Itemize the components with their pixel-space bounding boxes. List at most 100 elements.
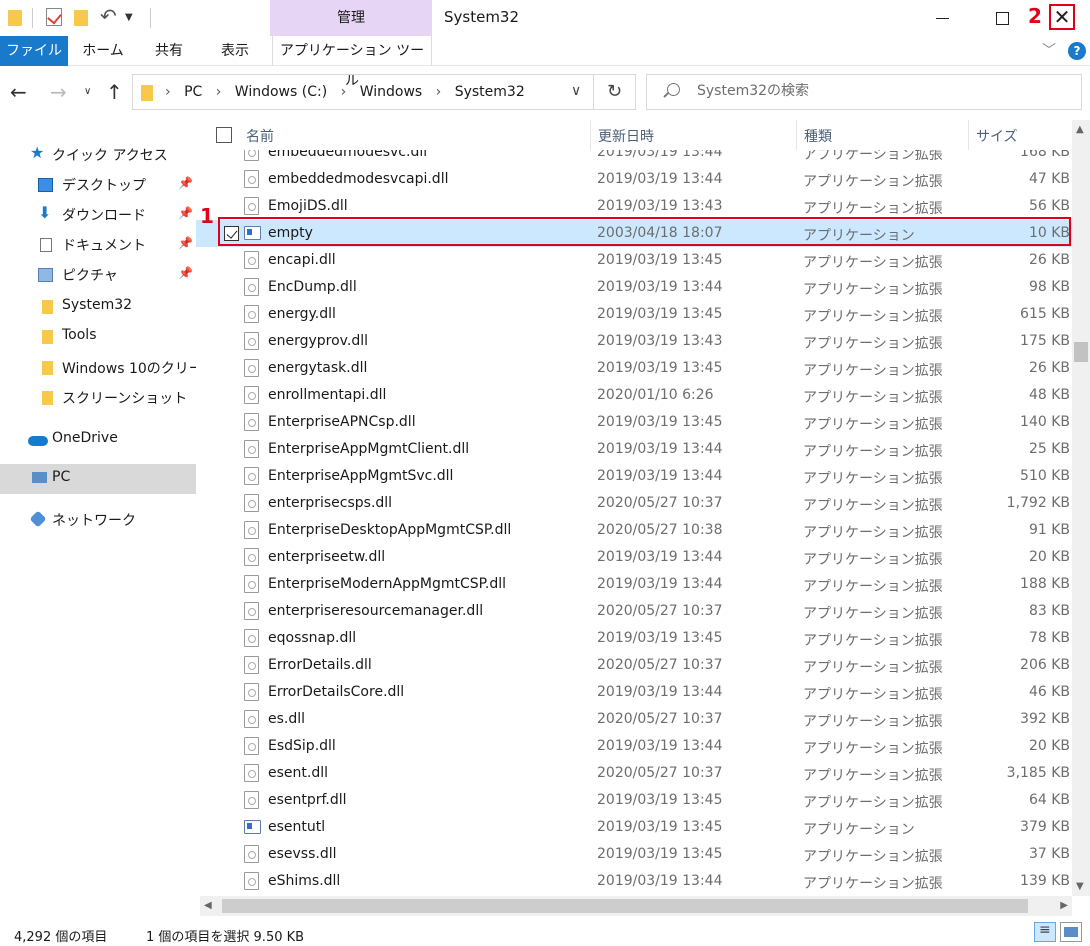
properties-check-icon[interactable] [46,8,62,26]
pin-icon[interactable]: 📌 [178,176,193,190]
context-tab-manage[interactable]: 管理 [270,0,432,36]
file-date: 2020/01/10 6:26 [597,387,714,403]
close-button[interactable]: ✕ [1049,4,1075,30]
refresh-button[interactable]: ↻ [594,74,636,110]
sidebar-item-downloads[interactable]: ⬇ ダウンロード 📌 [0,200,196,230]
table-row[interactable]: enterpriseresourcemanager.dll 2020/05/27 … [196,598,1072,625]
details-view-button[interactable] [1034,922,1056,942]
table-row[interactable]: EmojiDS.dll 2019/03/19 13:43 アプリケーション拡張 56 … [196,193,1072,220]
row-checkbox[interactable] [224,226,239,241]
tab-share[interactable]: 共有 [146,36,192,66]
sidebar-item-windows10-clean[interactable]: Windows 10のクリーン [0,353,196,383]
sidebar-item-tools[interactable]: Tools [0,322,196,352]
table-row[interactable]: ErrorDetails.dll 2020/05/27 10:37 アプリケーション… [196,652,1072,679]
sidebar-item-system32[interactable]: System32 [0,292,196,322]
vertical-scrollbar[interactable]: ▲ ▼ [1072,120,1090,896]
help-icon[interactable]: ? [1068,42,1086,60]
table-row[interactable]: esentprf.dll 2019/03/19 13:45 アプリケーション拡張 64… [196,787,1072,814]
column-name[interactable]: 名前 [246,126,274,146]
tab-application-tools[interactable]: アプリケーション ツール [272,36,432,89]
table-row[interactable]: eqossnap.dll 2019/03/19 13:45 アプリケーション拡張 78… [196,625,1072,652]
new-folder-icon[interactable] [74,10,88,26]
minimize-button[interactable] [932,6,956,30]
file-name: EncDump.dll [268,279,357,295]
table-row[interactable]: es.dll 2020/05/27 10:37 アプリケーション拡張 392 KB [196,706,1072,733]
table-row[interactable]: EnterpriseModernAppMgmtCSP.dll 2019/03/19… [196,571,1072,598]
table-row[interactable]: EnterpriseDesktopAppMgmtCSP.dll 2020/05/2… [196,517,1072,544]
forward-button[interactable]: → [50,80,67,104]
table-row[interactable]: ErrorDetailsCore.dll 2019/03/19 13:44 アプリケ… [196,679,1072,706]
large-icons-view-button[interactable] [1060,922,1082,942]
table-row[interactable]: EsdSip.dll 2019/03/19 13:44 アプリケーション拡張 20 K… [196,733,1072,760]
table-row[interactable]: esent.dll 2020/05/27 10:37 アプリケーション拡張 3,185… [196,760,1072,787]
sidebar-item-quick-access[interactable]: ★ クイック アクセス [0,140,196,170]
up-button[interactable]: ↑ [106,80,123,104]
sidebar-item-documents[interactable]: ドキュメント 📌 [0,230,196,260]
scroll-up-icon[interactable]: ▲ [1076,124,1084,135]
customize-toolbar-dropdown-icon[interactable]: ▼ [125,12,133,32]
expand-ribbon-chevron-icon[interactable]: ﹀ [1042,40,1056,60]
column-type[interactable]: 種類 [804,126,832,146]
column-divider[interactable] [968,120,969,150]
pin-icon[interactable]: 📌 [178,266,193,280]
pin-icon[interactable]: 📌 [178,206,193,220]
column-divider[interactable] [590,120,591,150]
table-row[interactable]: embeddedmodesvc.dll 2019/03/19 13:44 アプリケー… [196,150,1072,166]
table-row[interactable]: EnterpriseAppMgmtClient.dll 2019/03/19 13… [196,436,1072,463]
address-bar[interactable]: › PC › Windows (C:) › Windows › System32… [132,74,594,110]
scroll-down-icon[interactable]: ▼ [1076,881,1084,892]
back-button[interactable]: ← [10,80,27,104]
pin-icon[interactable]: 📌 [178,236,193,250]
sidebar-item-pc[interactable]: PC [0,464,196,494]
table-row[interactable]: esentutl 2019/03/19 13:45 アプリケーション 379 KB [196,814,1072,841]
sidebar-item-onedrive[interactable]: OneDrive [0,425,196,455]
table-row[interactable]: EnterpriseAppMgmtSvc.dll 2019/03/19 13:44… [196,463,1072,490]
table-row[interactable]: enterprisecsps.dll 2020/05/27 10:37 アプリケーシ… [196,490,1072,517]
maximize-button[interactable] [990,6,1014,30]
breadcrumb-pc[interactable]: PC [184,84,202,100]
table-row[interactable]: energytask.dll 2019/03/19 13:45 アプリケーション拡張… [196,355,1072,382]
file-type: アプリケーション拡張 [803,876,943,892]
breadcrumb-separator-icon[interactable]: › [436,84,442,100]
breadcrumb-separator-icon[interactable]: › [216,84,222,100]
tab-view[interactable]: 表示 [210,36,260,66]
table-row[interactable]: empty 2003/04/18 18:07 アプリケーション 10 KB [196,220,1072,247]
breadcrumb-windows[interactable]: Windows [360,84,423,100]
table-row[interactable]: enrollmentapi.dll 2020/01/10 6:26 アプリケーション… [196,382,1072,409]
column-date[interactable]: 更新日時 [598,126,654,146]
table-row[interactable]: embeddedmodesvcapi.dll 2019/03/19 13:44 アプ… [196,166,1072,193]
column-size[interactable]: サイズ [976,126,1018,146]
breadcrumb-system32[interactable]: System32 [455,84,525,100]
scroll-right-icon[interactable]: ▶ [1060,900,1068,911]
vertical-scroll-thumb[interactable] [1074,342,1088,362]
undo-icon[interactable]: ↶ [100,4,117,28]
tab-file[interactable]: ファイル [0,36,68,66]
sidebar-item-pictures[interactable]: ピクチャ 📌 [0,260,196,290]
toolbar-divider [32,8,33,28]
search-input[interactable] [697,83,1067,99]
table-row[interactable]: eShims.dll 2019/03/19 13:44 アプリケーション拡張 139 … [196,868,1072,895]
tab-home[interactable]: ホーム [74,36,132,66]
column-divider[interactable] [796,120,797,150]
search-box[interactable] [646,74,1082,110]
sidebar-item-screenshots[interactable]: スクリーンショット [0,383,196,413]
table-row[interactable]: enterpriseetw.dll 2019/03/19 13:44 アプリケーショ… [196,544,1072,571]
horizontal-scroll-thumb[interactable] [222,899,1028,913]
breadcrumb-drive[interactable]: Windows (C:) [235,84,327,100]
table-row[interactable]: EncDump.dll 2019/03/19 13:44 アプリケーション拡張 98 … [196,274,1072,301]
breadcrumb-separator-icon[interactable]: › [341,84,347,100]
recent-locations-chevron-icon[interactable]: ∨ [84,86,91,97]
address-history-dropdown-icon[interactable]: ∨ [571,83,581,99]
quick-access-folder-icon[interactable] [8,10,22,26]
table-row[interactable]: energyprov.dll 2019/03/19 13:43 アプリケーション拡張… [196,328,1072,355]
table-row[interactable]: esevss.dll 2019/03/19 13:45 アプリケーション拡張 37 K… [196,841,1072,868]
table-row[interactable]: encapi.dll 2019/03/19 13:45 アプリケーション拡張 26 K… [196,247,1072,274]
sidebar-item-network[interactable]: ネットワーク [0,505,196,535]
select-all-checkbox[interactable] [216,127,232,143]
sidebar-item-desktop[interactable]: デスクトップ 📌 [0,170,196,200]
table-row[interactable]: EnterpriseAPNCsp.dll 2019/03/19 13:45 アプリケ… [196,409,1072,436]
scroll-left-icon[interactable]: ◀ [204,900,212,911]
download-icon: ⬇ [38,203,52,222]
horizontal-scrollbar[interactable]: ◀ ▶ [200,896,1072,916]
table-row[interactable]: energy.dll 2019/03/19 13:45 アプリケーション拡張 615 … [196,301,1072,328]
